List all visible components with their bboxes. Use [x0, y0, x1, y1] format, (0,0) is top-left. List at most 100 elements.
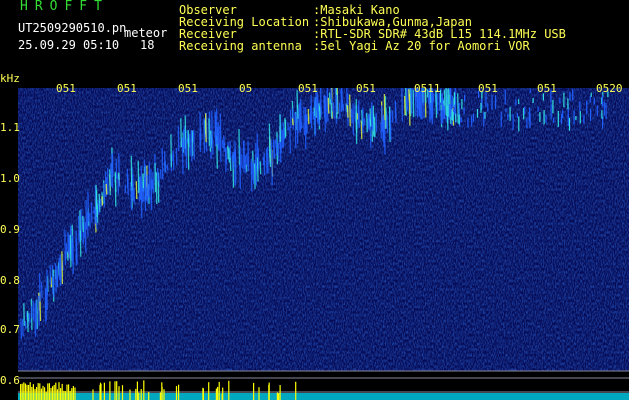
amplitude-bar — [56, 389, 58, 400]
trace-mark — [56, 265, 59, 288]
trace-mark — [275, 138, 278, 153]
trace-mark — [130, 186, 133, 211]
event-count: 18 — [140, 38, 155, 52]
antenna-label: Receiving antenna — [179, 39, 302, 53]
trace-mark — [281, 129, 284, 149]
trace-mark — [103, 182, 106, 208]
trace-mark — [352, 103, 355, 136]
amplitude-bar — [63, 390, 65, 400]
trace-mark — [117, 172, 120, 180]
trace-mark — [342, 104, 345, 111]
y-tick-label: 1.0 — [0, 172, 20, 185]
trace-mark — [155, 172, 158, 205]
amplitude-bar — [258, 387, 260, 400]
amplitude-bar — [163, 389, 165, 400]
trace-mark — [227, 145, 229, 160]
y-tick-label: 1.1 — [0, 121, 20, 134]
amplitude-bar — [218, 381, 220, 400]
trace-mark — [327, 97, 330, 114]
amplitude-bar — [36, 387, 38, 400]
trace-mark — [65, 243, 68, 258]
trace-mark — [443, 105, 446, 120]
trace-mark — [219, 138, 222, 162]
trace-mark — [234, 150, 237, 184]
trace-mark — [67, 232, 70, 254]
trace-mark — [69, 235, 72, 268]
trace-mark — [109, 169, 111, 196]
trace-mark — [214, 111, 217, 147]
trace-mark — [166, 164, 169, 171]
amplitude-bar — [109, 381, 111, 400]
amplitude-bar — [42, 385, 44, 400]
trace-mark — [289, 126, 292, 154]
trace-mark — [263, 152, 266, 176]
y-tick-label: 0.9 — [0, 223, 20, 236]
amplitude-bar — [118, 386, 120, 400]
trace-mark — [312, 110, 315, 120]
trace-mark — [89, 212, 91, 229]
trace-mark — [231, 155, 234, 170]
trace-mark — [246, 153, 248, 167]
trace-mark — [106, 167, 109, 195]
trace-mark — [137, 160, 140, 193]
trace-mark — [338, 102, 341, 120]
trace-mark — [446, 105, 449, 131]
trace-mark — [152, 172, 155, 193]
trace-mark — [101, 196, 104, 206]
amplitude-bar — [28, 385, 30, 400]
amplitude-bar — [66, 384, 68, 400]
trace-mark — [94, 209, 96, 224]
trace-mark — [215, 108, 218, 145]
x-tick-label: 051 — [537, 82, 557, 95]
amplitude-bar — [55, 382, 57, 400]
trace-mark — [139, 179, 142, 200]
trace-mark — [68, 234, 71, 259]
trace-mark — [199, 112, 202, 146]
amplitude-bar — [44, 387, 46, 400]
amplitude-bar — [34, 388, 36, 400]
trace-mark — [221, 140, 224, 149]
trace-mark — [247, 140, 250, 172]
trace-mark — [95, 184, 98, 210]
amplitude-strip — [18, 380, 629, 400]
amplitude-bar — [68, 384, 70, 400]
trace-mark — [363, 118, 366, 126]
trace-mark — [187, 130, 190, 148]
amplitude-bar — [50, 387, 52, 400]
trace-mark — [386, 114, 389, 134]
amplitude-bar — [24, 383, 26, 400]
trace-mark — [326, 87, 329, 122]
trace-mark — [454, 113, 457, 123]
amplitude-bar — [37, 383, 39, 400]
amplitude-bar — [228, 380, 230, 400]
trace-mark — [320, 104, 322, 115]
trace-mark — [350, 108, 353, 124]
amplitude-bar — [64, 391, 66, 400]
x-tick-label: 051 — [478, 82, 498, 95]
trace-mark — [382, 118, 385, 141]
trace-mark — [356, 113, 359, 120]
trace-mark — [80, 208, 83, 241]
trace-mark — [318, 106, 321, 120]
trace-mark — [268, 123, 271, 158]
x-tick-label: 051 — [298, 82, 318, 95]
file-name: UT2509290510.pn — [18, 21, 127, 35]
trace-mark — [366, 112, 368, 133]
trace-mark — [85, 199, 88, 230]
amplitude-bar — [53, 385, 55, 400]
trace-mark — [190, 129, 193, 162]
amplitude-bar — [92, 389, 94, 400]
trace-mark — [287, 122, 289, 131]
trace-mark — [141, 181, 144, 192]
trace-mark — [375, 112, 378, 132]
trace-mark — [204, 113, 207, 143]
trace-mark — [170, 134, 173, 168]
amplitude-bar — [175, 386, 178, 400]
trace-mark — [241, 154, 243, 169]
y-tick-label: 0.8 — [0, 274, 20, 287]
trace-mark — [447, 88, 450, 117]
trace-mark — [291, 118, 294, 126]
amplitude-bar — [29, 382, 31, 400]
trace-mark — [266, 146, 269, 174]
amplitude-bar — [208, 382, 210, 400]
